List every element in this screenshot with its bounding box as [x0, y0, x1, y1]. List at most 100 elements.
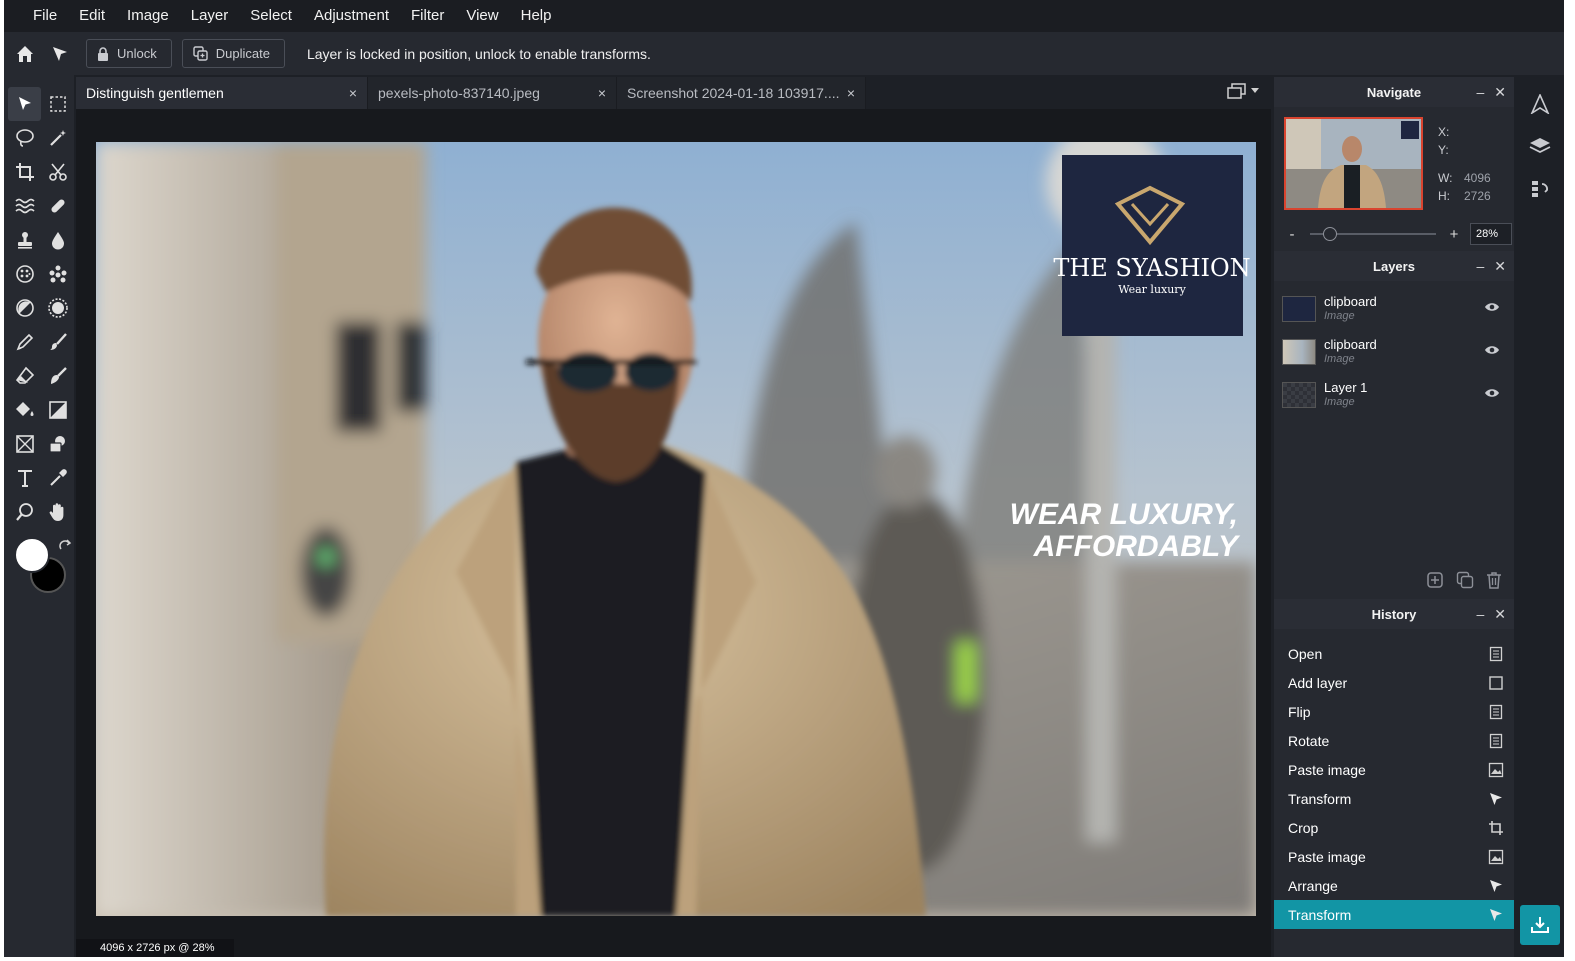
- minimize-icon[interactable]: –: [1476, 606, 1484, 622]
- eye-icon[interactable]: [1484, 387, 1500, 399]
- menu-select[interactable]: Select: [239, 0, 303, 32]
- tool-shape[interactable]: [41, 427, 74, 461]
- eye-icon[interactable]: [1484, 344, 1500, 356]
- history-item[interactable]: Transform: [1274, 784, 1514, 813]
- tool-healing[interactable]: [41, 189, 74, 223]
- tool-smudge[interactable]: [41, 359, 74, 393]
- menu-image[interactable]: Image: [116, 0, 180, 32]
- history-item[interactable]: Open: [1274, 639, 1514, 668]
- tool-hand[interactable]: [41, 495, 74, 529]
- menu-filter[interactable]: Filter: [400, 0, 455, 32]
- tool-lasso[interactable]: [8, 121, 41, 155]
- document-icon: [1488, 704, 1504, 720]
- unlock-button[interactable]: Unlock: [86, 39, 172, 68]
- history-item[interactable]: Add layer: [1274, 668, 1514, 697]
- zoom-out-button[interactable]: -: [1280, 226, 1304, 243]
- tool-zoom[interactable]: [8, 495, 41, 529]
- magic-wand-icon: [49, 130, 66, 146]
- menu-adjustment[interactable]: Adjustment: [303, 0, 400, 32]
- eye-icon[interactable]: [1484, 301, 1500, 313]
- history-item[interactable]: Rotate: [1274, 726, 1514, 755]
- history-panel: Open Add layer Flip Rotate Paste image Transf…: [1274, 629, 1514, 929]
- menu-file[interactable]: File: [22, 0, 68, 32]
- tool-stamp[interactable]: [8, 223, 41, 257]
- lock-icon: [98, 46, 108, 61]
- minimize-icon[interactable]: –: [1476, 258, 1484, 274]
- navigate-panel-toggle[interactable]: [1516, 83, 1564, 125]
- layers-panel-header: Layers – ✕: [1274, 251, 1514, 281]
- tool-frame[interactable]: [8, 427, 41, 461]
- menu-help[interactable]: Help: [510, 0, 563, 32]
- tool-eyedropper[interactable]: [41, 461, 74, 495]
- tool-cut[interactable]: [41, 155, 74, 189]
- y-label: Y:: [1438, 143, 1449, 157]
- history-item-label: Transform: [1288, 790, 1352, 807]
- tool-marquee[interactable]: [41, 87, 74, 121]
- tool-gradient[interactable]: [41, 393, 74, 427]
- minimize-icon[interactable]: –: [1476, 84, 1484, 100]
- history-item[interactable]: Crop: [1274, 813, 1514, 842]
- tool-crop[interactable]: [8, 155, 41, 189]
- trash-icon[interactable]: [1486, 571, 1502, 589]
- tool-magic-wand[interactable]: [41, 121, 74, 155]
- history-item[interactable]: Paste image: [1274, 842, 1514, 871]
- tool-move[interactable]: [8, 87, 41, 121]
- close-icon[interactable]: ✕: [1494, 84, 1506, 101]
- tool-eraser[interactable]: [8, 359, 41, 393]
- window-arrange-button[interactable]: [1227, 83, 1259, 99]
- tab-screenshot[interactable]: Screenshot 2024-01-18 103917.... ×: [617, 77, 866, 109]
- zoom-input[interactable]: 28%: [1470, 223, 1512, 245]
- history-panel-toggle[interactable]: [1516, 167, 1564, 209]
- paint-bucket-icon: [15, 402, 33, 416]
- history-item[interactable]: Arrange: [1274, 871, 1514, 900]
- document-canvas[interactable]: THE SYASHION Wear luxury WEAR LUXURY, AF…: [96, 142, 1256, 916]
- marquee-icon: [49, 96, 66, 112]
- zoom-in-button[interactable]: +: [1442, 226, 1466, 243]
- tool-burn[interactable]: [41, 291, 74, 325]
- menu-edit[interactable]: Edit: [68, 0, 116, 32]
- brush-icon: [49, 333, 67, 350]
- history-item[interactable]: Flip: [1274, 697, 1514, 726]
- layer-row[interactable]: clipboard Image: [1274, 287, 1514, 330]
- pointer-icon: [53, 46, 67, 61]
- close-icon[interactable]: ×: [349, 85, 357, 101]
- add-layer-icon[interactable]: [1426, 571, 1444, 589]
- tool-brush[interactable]: [41, 325, 74, 359]
- tool-fill[interactable]: [8, 393, 41, 427]
- history-item[interactable]: Paste image: [1274, 755, 1514, 784]
- tool-dodge[interactable]: [8, 291, 41, 325]
- swap-colors-icon[interactable]: [58, 539, 72, 553]
- menu-bar: File Edit Image Layer Select Adjustment …: [4, 0, 1564, 32]
- tool-text[interactable]: [8, 461, 41, 495]
- tool-pen[interactable]: [8, 325, 41, 359]
- duplicate-button[interactable]: Duplicate: [181, 39, 285, 68]
- close-icon[interactable]: ✕: [1494, 606, 1506, 623]
- move-tool-indicator[interactable]: [44, 32, 76, 75]
- zoom-slider-handle[interactable]: [1323, 227, 1338, 241]
- history-item-label: Crop: [1288, 819, 1319, 836]
- close-icon[interactable]: ✕: [1494, 258, 1506, 275]
- close-icon[interactable]: ×: [598, 85, 606, 101]
- history-panel-header: History – ✕: [1274, 599, 1514, 629]
- tool-blur[interactable]: [41, 223, 74, 257]
- menu-view[interactable]: View: [455, 0, 509, 32]
- tab-distinguish-gentlemen[interactable]: Distinguish gentlemen ×: [76, 77, 368, 109]
- tab-pexels-photo[interactable]: pexels-photo-837140.jpeg ×: [368, 77, 617, 109]
- close-icon[interactable]: ×: [847, 85, 855, 101]
- home-button[interactable]: [6, 32, 44, 75]
- layer-row[interactable]: clipboard Image: [1274, 330, 1514, 373]
- download-button[interactable]: [1520, 905, 1560, 945]
- tool-sponge[interactable]: [8, 257, 41, 291]
- foreground-color[interactable]: [14, 537, 50, 573]
- history-item[interactable]: Transform: [1274, 900, 1514, 929]
- menu-layer[interactable]: Layer: [180, 0, 240, 32]
- tool-liquify[interactable]: [8, 189, 41, 223]
- tool-pattern[interactable]: [41, 257, 74, 291]
- navigate-title: Navigate: [1366, 84, 1422, 100]
- duplicate-layer-icon[interactable]: [1456, 571, 1474, 589]
- layer-row[interactable]: Layer 1 Image: [1274, 373, 1514, 416]
- zoom-slider[interactable]: [1310, 227, 1436, 241]
- navigator-thumbnail[interactable]: [1284, 117, 1423, 210]
- layers-panel-toggle[interactable]: [1516, 125, 1564, 167]
- compass-icon: [1530, 94, 1550, 114]
